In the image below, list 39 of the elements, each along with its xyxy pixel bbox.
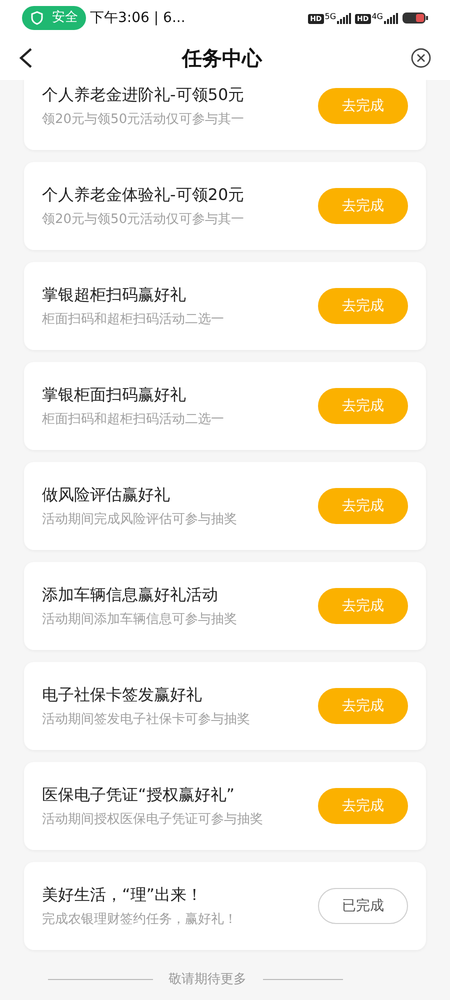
network-label: 5G bbox=[324, 12, 336, 20]
task-title: 医保电子凭证“授权赢好礼” bbox=[42, 784, 236, 806]
page-title: 任务中心 bbox=[182, 45, 262, 72]
footer-text: 敬请期待更多 bbox=[168, 971, 246, 989]
task-button[interactable]: 去完成 bbox=[318, 288, 408, 324]
task-description: 领20元与领50元活动仅可参与其一 bbox=[42, 210, 244, 229]
security-badge: 安全 bbox=[22, 6, 86, 30]
back-icon[interactable] bbox=[18, 47, 34, 69]
battery-icon bbox=[402, 12, 428, 24]
task-description: 活动期间添加车辆信息可参与抽奖 bbox=[42, 610, 237, 629]
task-title: 做风险评估赢好礼 bbox=[42, 484, 171, 506]
task-button[interactable]: 去完成 bbox=[318, 388, 408, 424]
task-button[interactable]: 去完成 bbox=[318, 588, 408, 624]
signal-icon bbox=[337, 12, 352, 24]
task-button[interactable]: 已完成 bbox=[318, 888, 408, 924]
shield-icon bbox=[30, 11, 44, 25]
close-icon[interactable] bbox=[410, 47, 432, 69]
task-description: 柜面扫码和超柜扫码活动二选一 bbox=[42, 410, 224, 429]
task-title: 掌银超柜扫码赢好礼 bbox=[42, 284, 187, 306]
task-description: 柜面扫码和超柜扫码活动二选一 bbox=[42, 310, 224, 329]
task-title: 美好生活，“理”出来！ bbox=[42, 884, 204, 906]
task-title: 个人养老金进阶礼-可领50元 bbox=[42, 84, 244, 106]
task-description: 完成农银理财签约任务，赢好礼！ bbox=[42, 910, 237, 929]
network-label: 4G bbox=[372, 12, 383, 20]
task-button[interactable]: 去完成 bbox=[318, 788, 408, 824]
task-title: 掌银柜面扫码赢好礼 bbox=[42, 384, 187, 406]
task-description: 活动期间签发电子社保卡可参与抽奖 bbox=[42, 710, 250, 729]
task-description: 领20元与领50元活动仅可参与其一 bbox=[42, 110, 244, 129]
task-button[interactable]: 去完成 bbox=[318, 88, 408, 124]
task-button[interactable]: 去完成 bbox=[318, 488, 408, 524]
status-time: 下午3:06 | 6... bbox=[90, 8, 186, 28]
task-title: 电子社保卡签发赢好礼 bbox=[42, 684, 203, 706]
task-description: 活动期间完成风险评估可参与抽奖 bbox=[42, 510, 237, 529]
task-button[interactable]: 去完成 bbox=[318, 688, 408, 724]
task-title: 个人养老金体验礼-可领20元 bbox=[42, 184, 244, 206]
task-description: 活动期间授权医保电子凭证可参与抽奖 bbox=[42, 810, 263, 829]
task-button[interactable]: 去完成 bbox=[318, 188, 408, 224]
signal-icon bbox=[384, 12, 398, 24]
task-title: 添加车辆信息赢好礼活动 bbox=[42, 584, 219, 606]
